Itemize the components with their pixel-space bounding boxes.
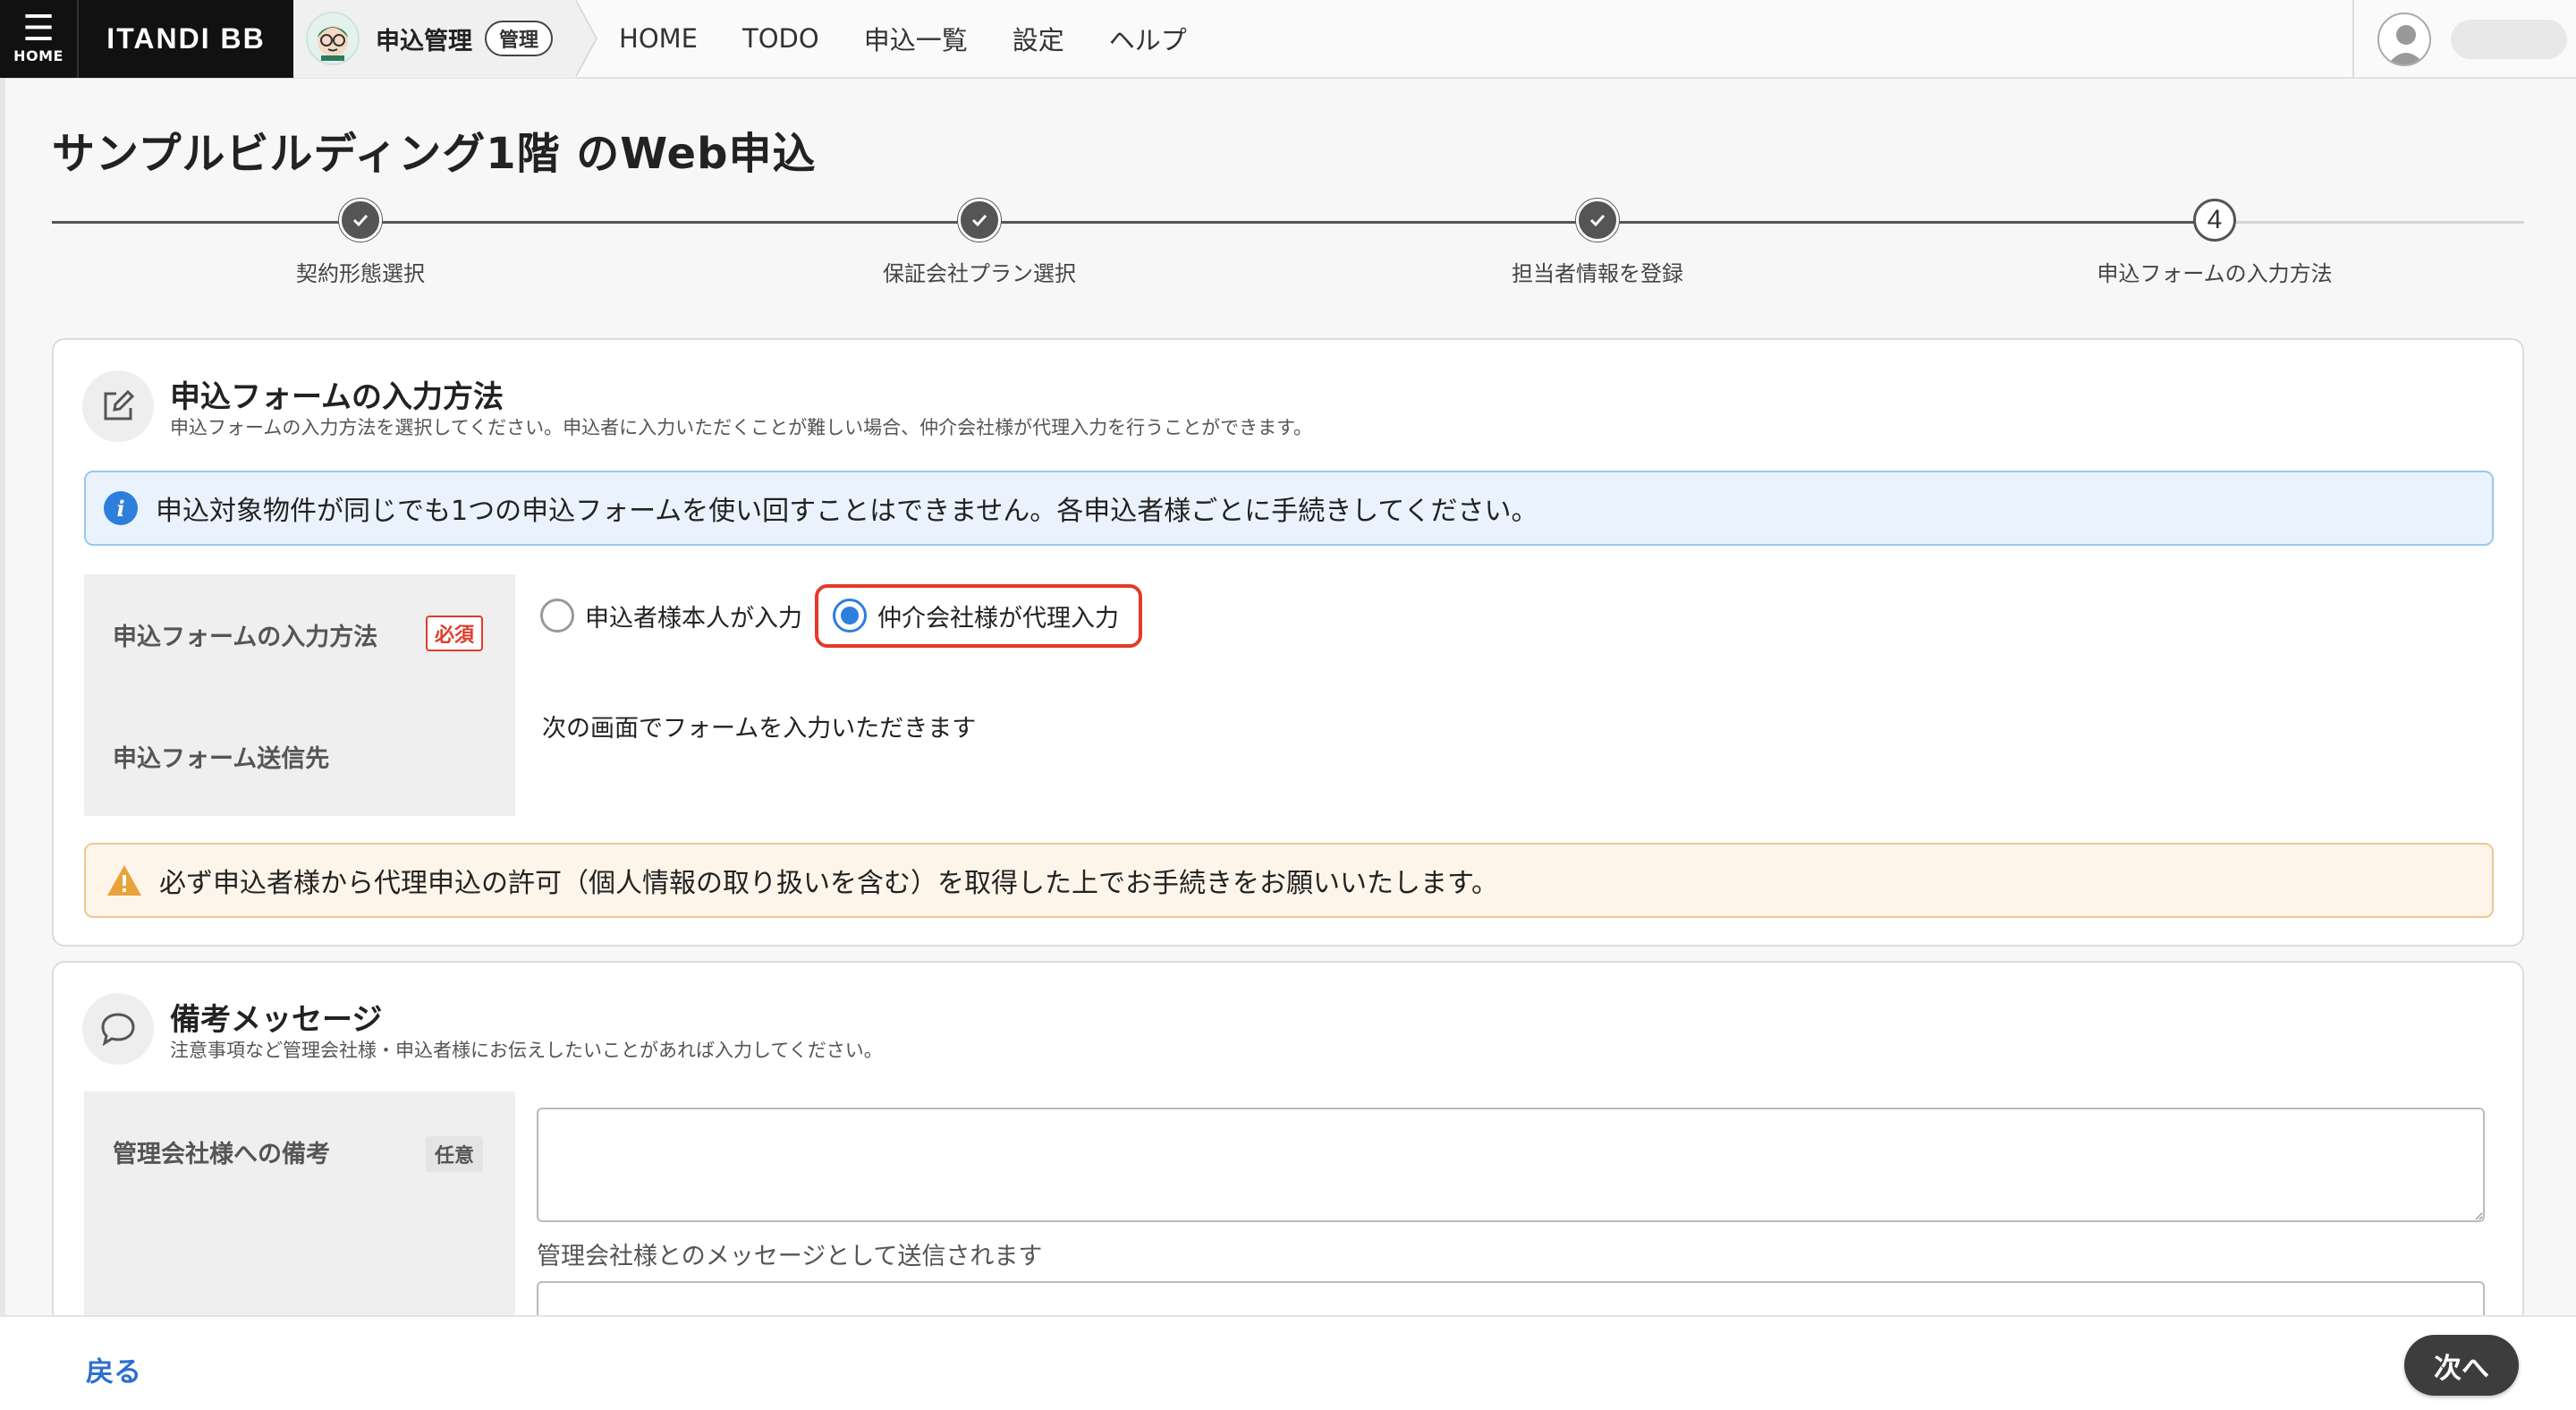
- step-2: 保証会社プラン選択: [801, 199, 1158, 287]
- footer-bar: 戻る 次へ: [0, 1315, 2576, 1410]
- radio-button[interactable]: [540, 599, 574, 633]
- required-badge: 必須: [426, 616, 484, 651]
- radio-label: 申込者様本人が入力: [585, 604, 802, 633]
- step-label: 申込フォームの入力方法: [2097, 261, 2333, 286]
- nav-todo[interactable]: TODO: [742, 23, 819, 54]
- app-switcher[interactable]: 申込管理 管理: [293, 0, 598, 78]
- card-subtitle: 申込フォームの入力方法を選択してください。申込者に入力いただくことが難しい場合、…: [170, 417, 1313, 438]
- radio-button-selected[interactable]: [833, 599, 867, 633]
- warning-text: 必ず申込者様から代理申込の許可（個人情報の取り扱いを含む）を取得した上でお手続き…: [159, 868, 1498, 899]
- input-method-form: 申込フォームの入力方法 必須 申込フォーム送信先 申込者様本人が入力 仲介会社様…: [84, 574, 2494, 816]
- user-name-redacted: [2451, 20, 2567, 59]
- next-button[interactable]: 次へ: [2404, 1335, 2519, 1396]
- info-text: 申込対象物件が同じでも1つの申込フォームを使い回すことはできません。各申込者様ご…: [156, 496, 1538, 527]
- radio-option-agent[interactable]: 仲介会社様が代理入力: [815, 583, 1142, 648]
- warning-icon: [107, 865, 141, 896]
- user-menu[interactable]: [2352, 0, 2576, 79]
- step-label: 担当者情報を登録: [1512, 261, 1683, 286]
- remarks-to-manager-label: 管理会社様への備考: [113, 1141, 330, 1168]
- home-label: HOME: [13, 47, 64, 64]
- check-icon: [339, 199, 382, 242]
- nav-settings[interactable]: 設定: [1013, 20, 1064, 57]
- form-destination-value: 次の画面でフォームを入力いただきます: [542, 715, 977, 743]
- brand-logo[interactable]: ITANDI BB: [79, 0, 293, 78]
- check-icon: [1576, 199, 1619, 242]
- form-label-column: 申込フォームの入力方法 必須 申込フォーム送信先: [84, 574, 515, 816]
- check-icon: [958, 199, 1001, 242]
- edit-icon: [82, 370, 154, 442]
- back-button[interactable]: 戻る: [86, 1349, 141, 1389]
- step-1: 契約形態選択: [182, 199, 539, 287]
- card-subtitle: 注意事項など管理会社様・申込者様にお伝えしたいことがあれば入力してください。: [170, 1040, 883, 1061]
- nav-home[interactable]: HOME: [619, 23, 698, 54]
- input-method-label: 申込フォームの入力方法: [113, 624, 378, 651]
- remarks-to-manager-textarea[interactable]: [537, 1108, 2485, 1222]
- hamburger-icon: ☰: [22, 7, 55, 49]
- card-title: 備考メッセージ: [170, 1002, 383, 1038]
- top-bar: ☰ HOME ITANDI BB 申込管理 管理 HOME TODO 申込一覧 …: [0, 0, 2576, 79]
- nav-help[interactable]: ヘルプ: [1109, 20, 1187, 57]
- app-role-badge: 管理: [485, 21, 554, 56]
- step-label: 保証会社プラン選択: [883, 261, 1076, 286]
- input-method-radio-group: 申込者様本人が入力 仲介会社様が代理入力: [540, 574, 1149, 657]
- page-title: サンプルビルディング1階 のWeb申込: [52, 129, 817, 179]
- info-icon: i: [104, 491, 138, 525]
- home-menu-button[interactable]: ☰ HOME: [0, 0, 79, 78]
- optional-badge: 任意: [426, 1136, 484, 1172]
- card-title: 申込フォームの入力方法: [170, 379, 504, 415]
- step-3: 担当者情報を登録: [1419, 199, 1776, 287]
- user-avatar-icon: [2377, 13, 2431, 66]
- remarks-hint: 管理会社様とのメッセージとして送信されます: [537, 1243, 1043, 1270]
- step-label: 契約形態選択: [296, 261, 425, 286]
- radio-option-self[interactable]: 申込者様本人が入力: [540, 599, 802, 633]
- left-edge: [0, 79, 5, 1315]
- progress-stepper: 契約形態選択 保証会社プラン選択 担当者情報を登録 4 申込フォームの入力方法: [52, 199, 2524, 288]
- chat-bubble-icon: [82, 993, 154, 1065]
- nav-applications[interactable]: 申込一覧: [864, 20, 968, 57]
- step-number: 4: [2193, 199, 2236, 242]
- warning-notice: 必ず申込者様から代理申込の許可（個人情報の取り扱いを含む）を取得した上でお手続き…: [84, 843, 2494, 918]
- input-method-card: 申込フォームの入力方法 申込フォームの入力方法を選択してください。申込者に入力い…: [52, 338, 2524, 947]
- app-name: 申込管理: [376, 27, 472, 55]
- form-destination-label: 申込フォーム送信先: [113, 745, 330, 773]
- app-mascot-icon: [306, 12, 360, 65]
- radio-label: 仲介会社様が代理入力: [877, 604, 1119, 633]
- info-notice: i 申込対象物件が同じでも1つの申込フォームを使い回すことはできません。各申込者…: [84, 471, 2494, 546]
- step-4: 4 申込フォームの入力方法: [2036, 199, 2394, 287]
